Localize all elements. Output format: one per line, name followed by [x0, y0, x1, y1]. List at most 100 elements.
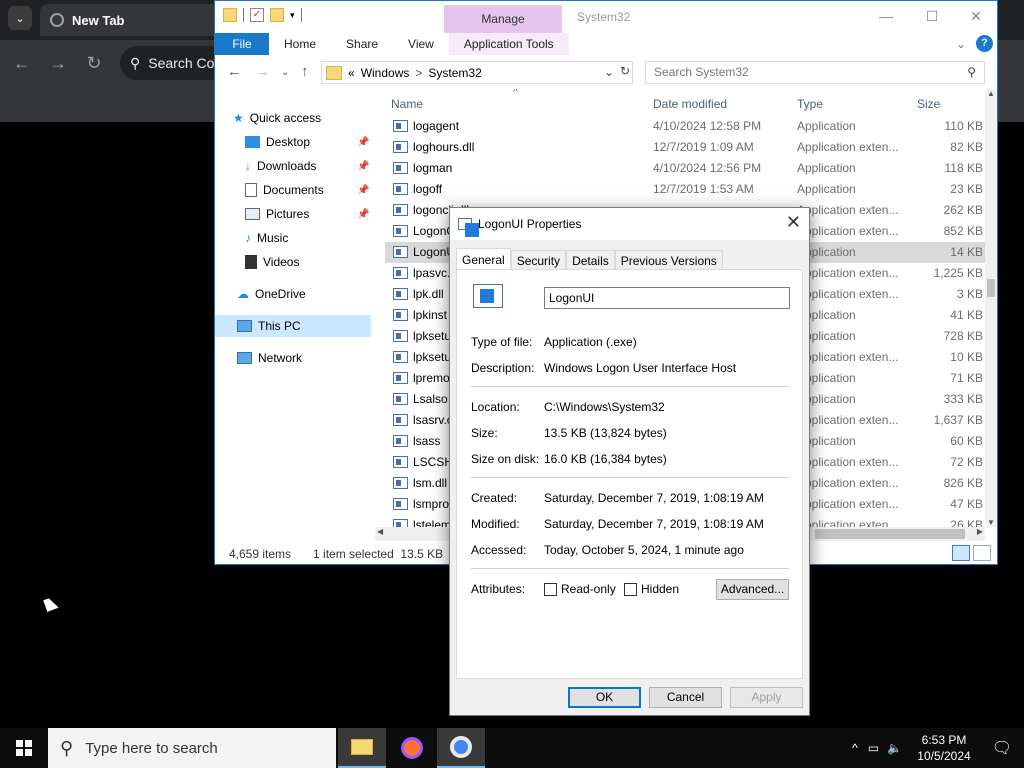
- properties-icon[interactable]: ✓: [250, 8, 264, 22]
- file-type: Application exten...: [797, 203, 899, 217]
- nav-documents[interactable]: Documents: [245, 179, 324, 201]
- breadcrumb-system32[interactable]: System32: [428, 66, 481, 80]
- nav-downloads[interactable]: ↓ Downloads: [245, 155, 316, 177]
- tab-security[interactable]: Security: [510, 250, 567, 270]
- tab-details[interactable]: Details: [566, 250, 615, 270]
- scroll-up-icon[interactable]: ▲: [985, 89, 997, 98]
- nav-network[interactable]: Network: [237, 347, 302, 369]
- column-header-name[interactable]: Name: [391, 97, 423, 111]
- scroll-right-icon[interactable]: ▶: [977, 527, 983, 536]
- nav-this-pc[interactable]: This PC: [215, 315, 371, 337]
- file-type: Application exten...: [797, 350, 899, 364]
- breadcrumb-windows[interactable]: Windows: [361, 66, 410, 80]
- ok-button[interactable]: OK: [568, 687, 641, 708]
- forward-arrow-icon[interactable]: →: [46, 52, 70, 76]
- start-button[interactable]: [0, 728, 48, 768]
- tab-home[interactable]: Home: [269, 33, 331, 55]
- recent-locations-icon[interactable]: ⌄: [281, 67, 289, 78]
- pin-icon: 📌: [357, 185, 370, 196]
- file-explorer-taskbar-icon[interactable]: [338, 728, 386, 768]
- column-header-size[interactable]: Size: [917, 97, 940, 111]
- back-arrow-icon[interactable]: ←: [227, 63, 242, 80]
- chrome-taskbar-icon[interactable]: [437, 728, 485, 768]
- file-date: 12/7/2019 1:53 AM: [653, 182, 754, 196]
- checkbox-box[interactable]: [544, 582, 557, 596]
- nav-onedrive[interactable]: ☁ OneDrive: [237, 283, 306, 305]
- advanced-button[interactable]: Advanced...: [716, 579, 789, 600]
- new-folder-icon[interactable]: [270, 8, 284, 22]
- tab-file[interactable]: File: [215, 33, 269, 55]
- notification-icon[interactable]: 🗨: [980, 738, 1024, 758]
- help-icon[interactable]: ?: [976, 35, 993, 52]
- application-icon: [458, 218, 479, 237]
- customize-qat-icon[interactable]: ▾: [290, 10, 295, 21]
- breadcrumb-overflow[interactable]: «: [348, 66, 355, 80]
- application-icon: [393, 267, 408, 279]
- vertical-scrollbar[interactable]: ▲ ▼: [985, 89, 997, 527]
- expand-ribbon-icon[interactable]: ⌄: [956, 37, 966, 51]
- reload-icon[interactable]: ↻: [82, 52, 106, 76]
- nav-music[interactable]: ♪ Music: [245, 227, 288, 249]
- apply-button[interactable]: Apply: [730, 687, 803, 708]
- back-arrow-icon[interactable]: ←: [10, 52, 34, 76]
- file-size: 728 KB: [943, 329, 983, 343]
- divider: [471, 568, 789, 569]
- address-row: ← → ⌄ ↑ « Windows > System32 ⌄ ↻ Search …: [215, 59, 997, 87]
- breadcrumb-separator[interactable]: >: [415, 66, 422, 80]
- tab-previous-versions[interactable]: Previous Versions: [614, 250, 723, 270]
- up-arrow-icon[interactable]: ↑: [301, 63, 309, 80]
- chrome-tab[interactable]: New Tab: [40, 4, 220, 36]
- chevron-up-icon[interactable]: ^: [852, 741, 858, 755]
- network-icon[interactable]: ▭: [868, 741, 879, 755]
- column-header-date[interactable]: Date modified: [653, 97, 727, 111]
- readonly-checkbox[interactable]: Read-only: [544, 582, 616, 596]
- search-input[interactable]: Search System32 ⚲: [645, 61, 985, 84]
- chrome-icon: [450, 736, 472, 758]
- scroll-down-icon[interactable]: ▼: [985, 518, 997, 527]
- refresh-icon[interactable]: ↻: [620, 64, 630, 78]
- application-icon: [393, 204, 408, 216]
- details-view-icon[interactable]: [952, 545, 970, 561]
- nav-videos[interactable]: Videos: [245, 251, 299, 273]
- application-icon: [393, 351, 408, 363]
- file-name-field[interactable]: LogonUI: [544, 287, 790, 309]
- address-bar[interactable]: « Windows > System32 ⌄ ↻: [321, 61, 633, 84]
- large-icons-view-icon[interactable]: [973, 545, 991, 561]
- file-size: 118 KB: [944, 161, 983, 175]
- table-row[interactable]: loghours.dll 12/7/2019 1:09 AM Application…: [385, 137, 985, 158]
- file-size: 23 KB: [950, 182, 983, 196]
- tab-search-button[interactable]: ⌄: [8, 6, 32, 30]
- file-size: 82 KB: [950, 140, 983, 154]
- forward-arrow-icon[interactable]: →: [255, 63, 270, 80]
- close-icon[interactable]: ✕: [786, 212, 801, 233]
- tab-general[interactable]: General: [456, 248, 511, 270]
- nav-quick-access[interactable]: ★ Quick access: [233, 107, 321, 129]
- column-header-type[interactable]: Type: [797, 97, 823, 111]
- firefox-taskbar-icon[interactable]: [388, 728, 436, 768]
- cancel-button[interactable]: Cancel: [649, 687, 722, 708]
- clock[interactable]: 6:53 PM 10/5/2024: [908, 732, 980, 764]
- scroll-left-icon[interactable]: ◀: [377, 527, 383, 536]
- tab-application-tools[interactable]: Application Tools: [448, 33, 569, 55]
- taskbar-search-box[interactable]: ⚲ Type here to search: [48, 728, 336, 768]
- table-row[interactable]: logman 4/10/2024 12:56 PM Application 118 K…: [385, 158, 985, 179]
- pin-icon: 📌: [357, 161, 370, 172]
- checkbox-box[interactable]: [624, 582, 637, 596]
- table-row[interactable]: logagent 4/10/2024 12:58 PM Application 110…: [385, 116, 985, 137]
- maximize-button[interactable]: ☐: [909, 5, 955, 29]
- hidden-checkbox[interactable]: Hidden: [624, 582, 679, 596]
- close-button[interactable]: ✕: [953, 5, 999, 29]
- tab-view[interactable]: View: [393, 33, 449, 55]
- tab-share[interactable]: Share: [331, 33, 393, 55]
- table-row[interactable]: logoff 12/7/2019 1:53 AM Application 23 KB: [385, 179, 985, 200]
- file-name: lpksetu: [413, 350, 452, 364]
- nav-pictures[interactable]: Pictures: [245, 203, 309, 225]
- volume-muted-icon[interactable]: 🔈: [887, 741, 902, 755]
- scrollbar-thumb[interactable]: [815, 529, 965, 539]
- modified-label: Modified:: [471, 517, 520, 531]
- file-size: 1,637 KB: [933, 413, 983, 427]
- scrollbar-thumb[interactable]: [987, 279, 995, 297]
- minimize-button[interactable]: —: [863, 5, 909, 29]
- nav-desktop[interactable]: Desktop: [245, 131, 310, 153]
- chevron-down-icon[interactable]: ⌄: [604, 65, 614, 79]
